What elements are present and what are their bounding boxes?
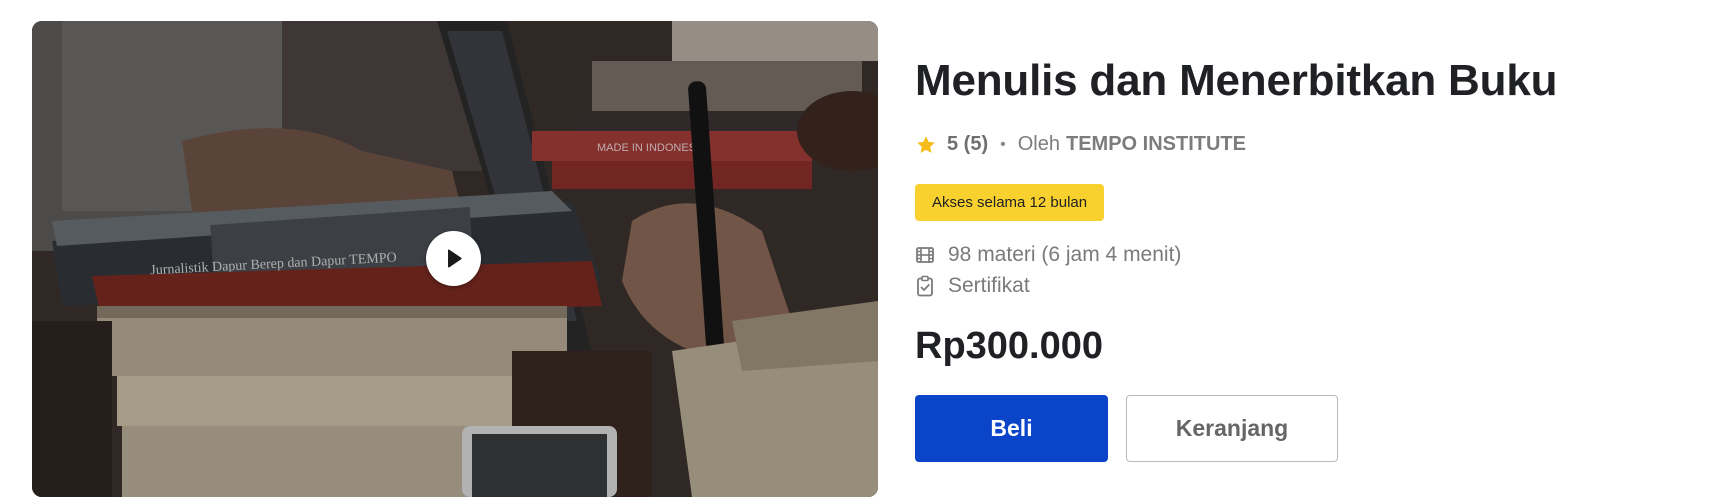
feature-lessons: 98 materi (6 jam 4 menit): [915, 243, 1181, 267]
course-thumbnail[interactable]: MADE IN INDONESIA Jurnalistik Dapur Bere…: [32, 21, 878, 497]
feature-certificate-label: Sertifikat: [948, 274, 1030, 297]
course-meta: 5 (5) • Oleh TEMPO INSTITUTE: [915, 133, 1246, 156]
play-icon: [447, 249, 462, 267]
add-to-cart-button[interactable]: Keranjang: [1126, 395, 1338, 462]
meta-separator: •: [1000, 135, 1006, 153]
clipboard-check-icon: [917, 275, 933, 297]
film-icon: [916, 247, 934, 263]
star-icon: [917, 135, 935, 153]
feature-lessons-label: 98 materi (6 jam 4 menit): [948, 243, 1182, 266]
author-link[interactable]: TEMPO INSTITUTE: [1066, 133, 1246, 156]
feature-certificate: Sertifikat: [915, 274, 1030, 298]
buy-button[interactable]: Beli: [915, 395, 1108, 462]
by-label: Oleh: [1017, 133, 1060, 155]
access-badge: Akses selama 12 bulan: [915, 184, 1105, 221]
course-price: Rp300.000: [915, 325, 1104, 367]
play-button[interactable]: [426, 231, 481, 286]
course-title: Menulis dan Menerbitkan Buku: [915, 56, 1558, 105]
rating-value: 5 (5): [947, 133, 989, 155]
